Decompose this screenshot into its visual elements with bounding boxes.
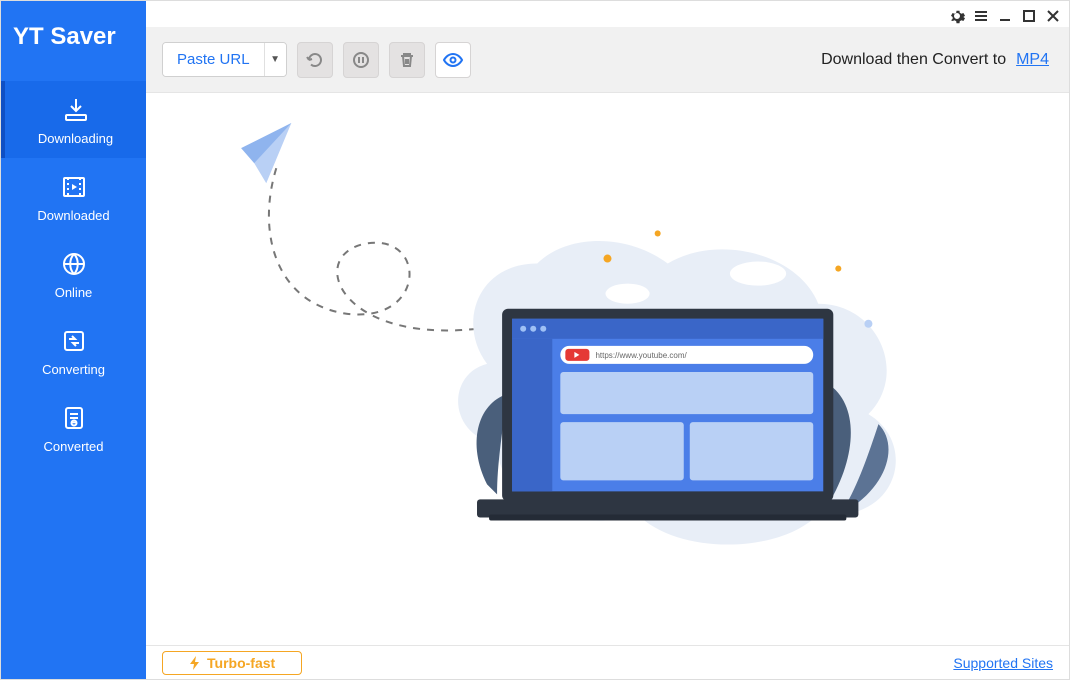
- menu-icon: [973, 8, 989, 24]
- sidebar-item-label: Converting: [42, 362, 105, 377]
- sidebar-item-downloaded[interactable]: Downloaded: [1, 158, 146, 235]
- app-logo-text: YT Saver: [1, 1, 146, 81]
- app-root: YT Saver Downloading Downloaded: [1, 1, 1069, 679]
- sidebar-item-label: Converted: [44, 439, 104, 454]
- sidebar-item-label: Downloaded: [37, 208, 109, 223]
- trash-icon: [397, 50, 417, 70]
- paper-plane-icon: [241, 123, 291, 183]
- close-icon: [1045, 8, 1061, 24]
- globe-icon: [59, 249, 89, 279]
- empty-state-content: https://www.youtube.com/: [146, 93, 1069, 645]
- maximize-icon: [1021, 8, 1037, 24]
- video-file-icon: [59, 172, 89, 202]
- toolbar: Paste URL ▼: [146, 27, 1069, 93]
- preview-button[interactable]: [435, 42, 471, 78]
- lightning-icon: [189, 656, 201, 670]
- paste-url-group: Paste URL ▼: [162, 42, 287, 77]
- minimize-button[interactable]: [995, 6, 1015, 26]
- empty-state-illustration: https://www.youtube.com/: [196, 113, 1019, 635]
- undo-icon: [305, 50, 325, 70]
- gear-icon: [949, 8, 965, 24]
- delete-button[interactable]: [389, 42, 425, 78]
- illustration-url-text: https://www.youtube.com/: [595, 351, 687, 360]
- sidebar-item-downloading[interactable]: Downloading: [1, 81, 146, 158]
- settings-button[interactable]: [947, 6, 967, 26]
- pause-button[interactable]: [343, 42, 379, 78]
- convert-prefix-label: Download then Convert to: [821, 51, 1006, 69]
- turbo-fast-button[interactable]: Turbo-fast: [162, 651, 302, 675]
- paste-url-dropdown[interactable]: ▼: [264, 43, 286, 76]
- sidebar-item-converted[interactable]: Converted: [1, 389, 146, 466]
- sidebar-item-converting[interactable]: Converting: [1, 312, 146, 389]
- titlebar: [146, 1, 1069, 27]
- chevron-down-icon: ▼: [270, 54, 280, 65]
- sidebar-item-online[interactable]: Online: [1, 235, 146, 312]
- menu-button[interactable]: [971, 6, 991, 26]
- maximize-button[interactable]: [1019, 6, 1039, 26]
- paste-url-button[interactable]: Paste URL: [163, 43, 264, 76]
- eye-icon: [442, 49, 464, 71]
- turbo-label: Turbo-fast: [207, 655, 275, 671]
- sidebar: YT Saver Downloading Downloaded: [1, 1, 146, 679]
- sidebar-item-label: Online: [55, 285, 93, 300]
- pause-icon: [351, 50, 371, 70]
- convert-arrows-icon: [59, 326, 89, 356]
- main-area: Paste URL ▼: [146, 1, 1069, 679]
- download-arrow-icon: [61, 95, 91, 125]
- footer: Turbo-fast Supported Sites: [146, 645, 1069, 679]
- close-button[interactable]: [1043, 6, 1063, 26]
- sidebar-item-label: Downloading: [38, 131, 113, 146]
- supported-sites-link[interactable]: Supported Sites: [953, 655, 1053, 671]
- minimize-icon: [997, 8, 1013, 24]
- converted-file-icon: [59, 403, 89, 433]
- convert-format-link[interactable]: MP4: [1016, 51, 1049, 69]
- retry-button[interactable]: [297, 42, 333, 78]
